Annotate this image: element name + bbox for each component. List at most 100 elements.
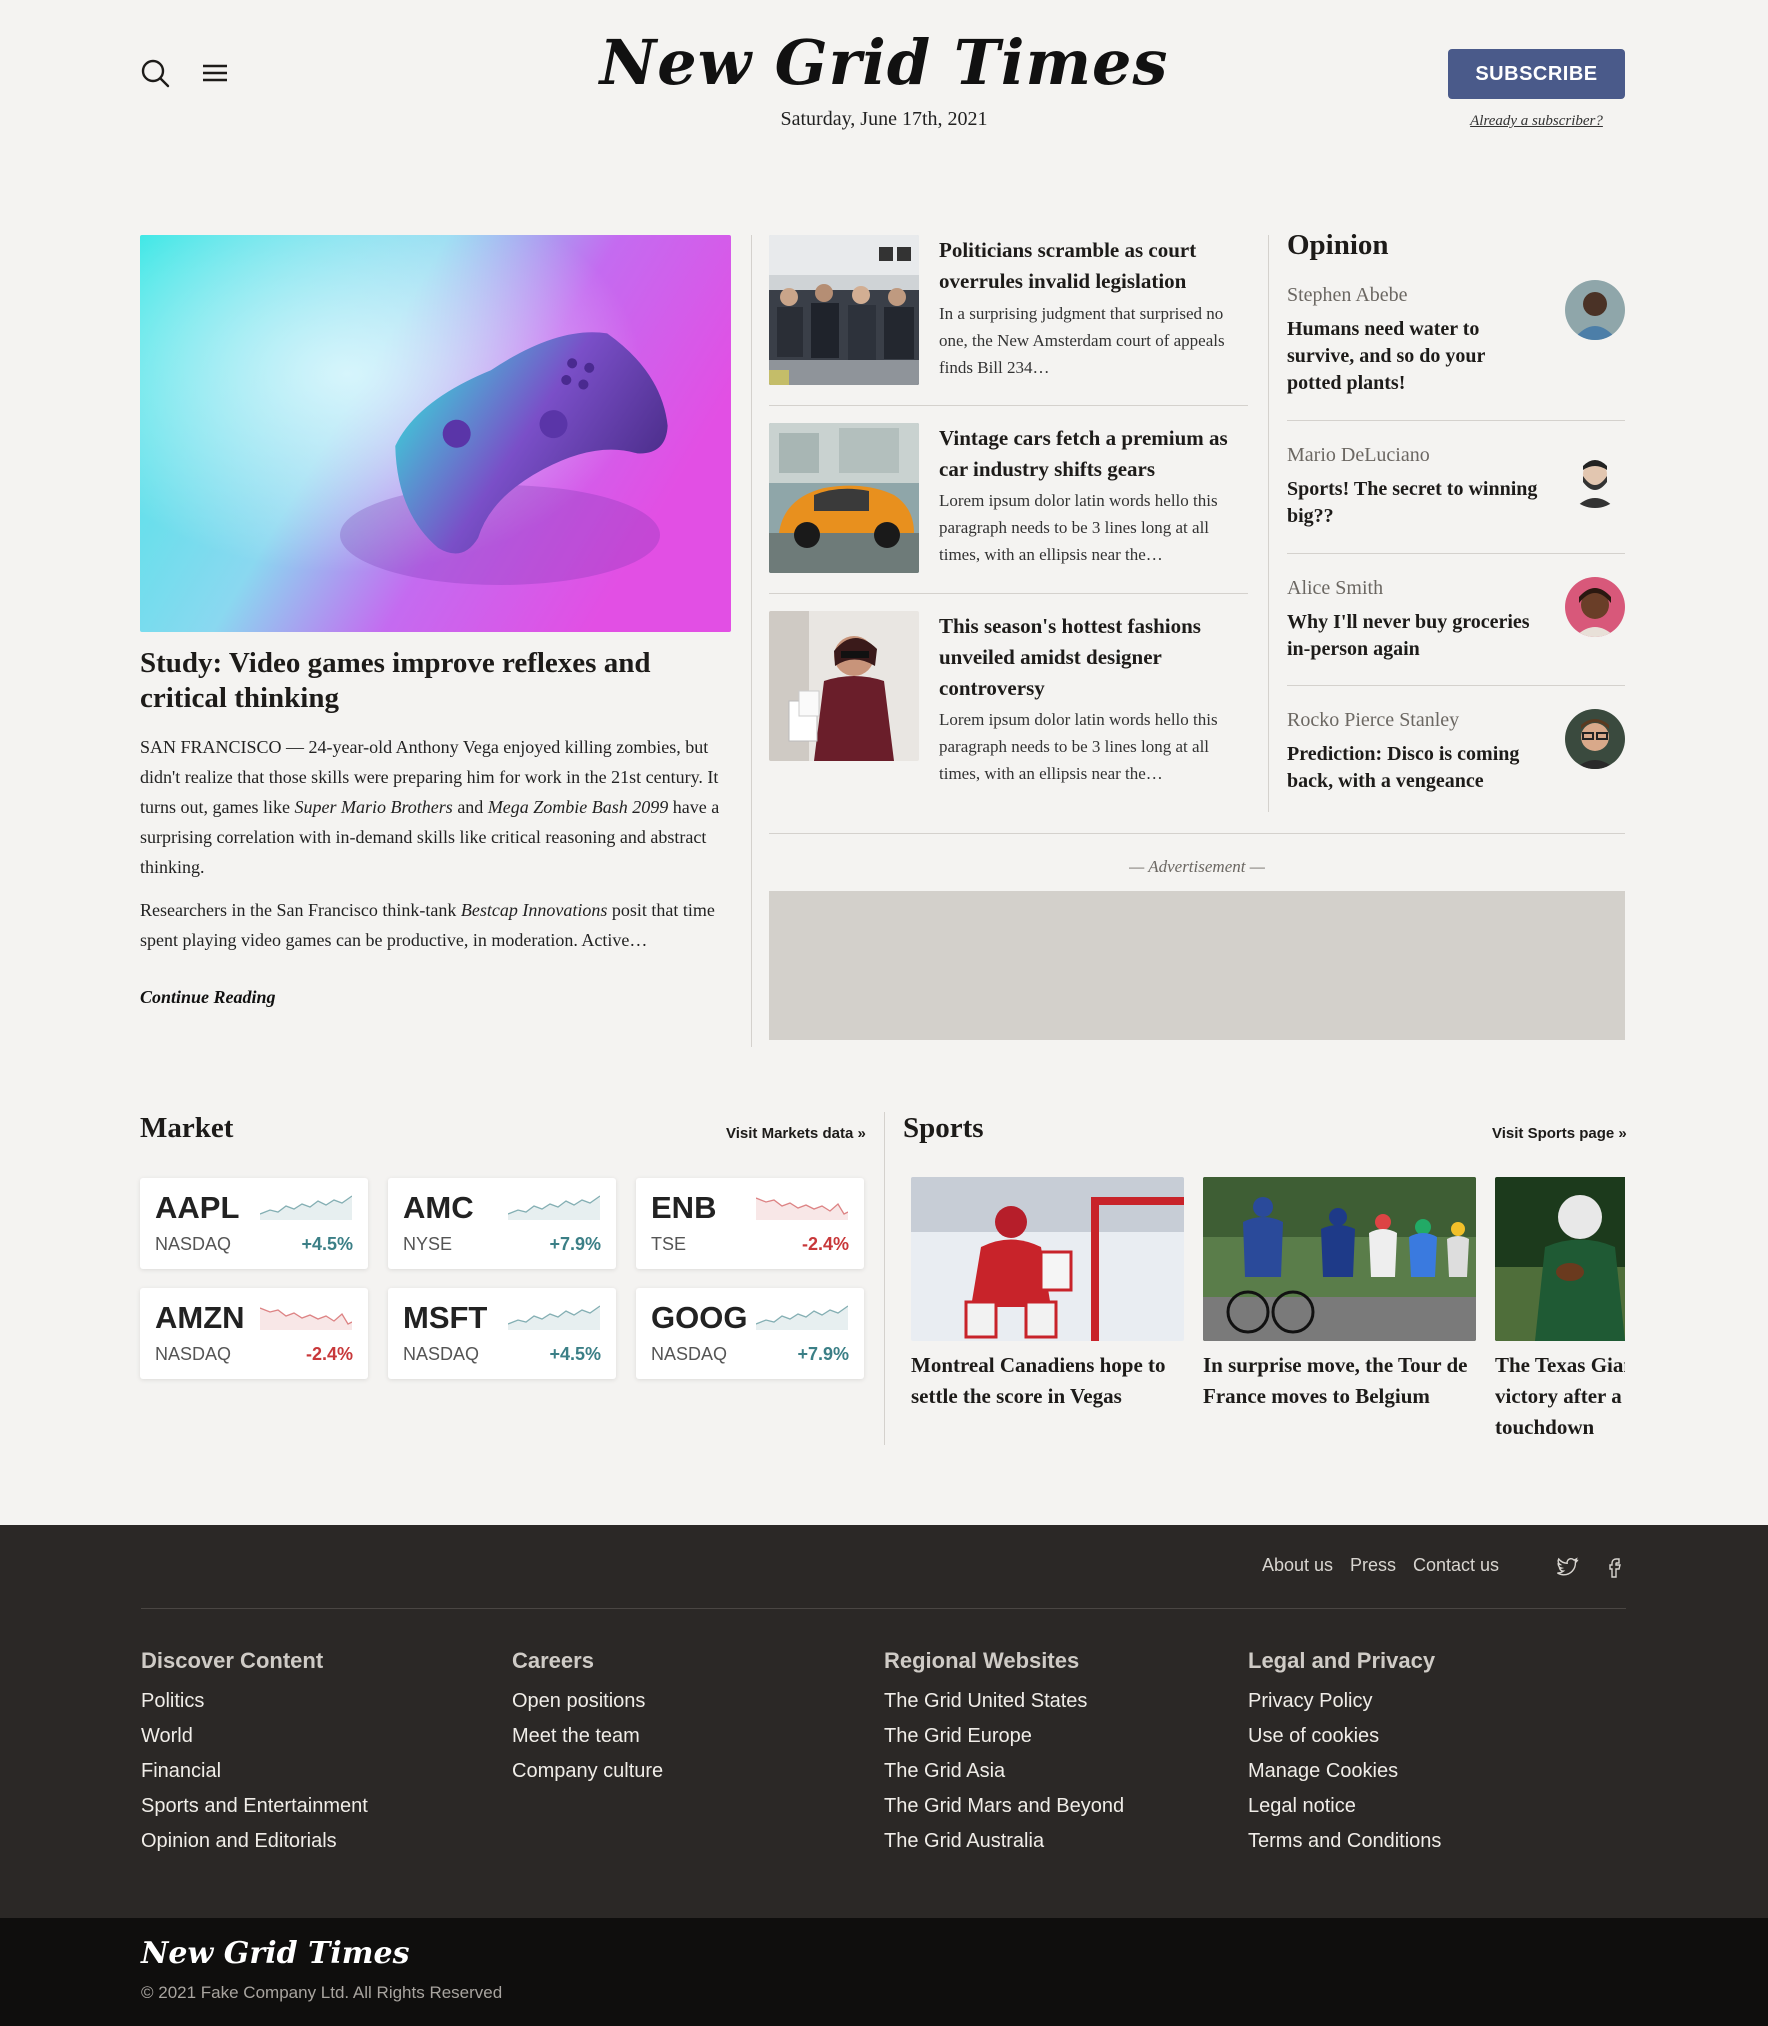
column-divider — [1268, 235, 1269, 812]
footer-link[interactable]: The Grid Asia — [884, 1754, 1124, 1789]
opinion-divider — [1287, 553, 1625, 554]
opinion-item[interactable]: Stephen Abebe Humans need water to survi… — [1287, 280, 1625, 397]
stock-change: -2.4% — [801, 1234, 849, 1254]
footer-link[interactable]: Terms and Conditions — [1248, 1824, 1441, 1859]
footer-divider — [141, 1608, 1626, 1609]
stock-exchange: NYSE — [403, 1234, 453, 1254]
opinion-author: Stephen Abebe — [1287, 284, 1408, 306]
story-image — [769, 611, 919, 761]
opinion-item[interactable]: Mario DeLuciano Sports! The secret to wi… — [1287, 444, 1625, 527]
stock-exchange: NASDAQ — [155, 1344, 232, 1364]
footer-link[interactable]: Sports and Entertainment — [141, 1789, 368, 1824]
stock-ticker: MSFT — [403, 1300, 488, 1335]
courtroom-photo — [769, 235, 919, 385]
footer-column-discover: Discover Content Politics World Financia… — [141, 1648, 368, 1859]
sport-image — [1495, 1177, 1625, 1341]
footer-link[interactable]: The Grid Mars and Beyond — [884, 1789, 1124, 1824]
stock-exchange: NASDAQ — [651, 1344, 728, 1364]
facebook-icon[interactable] — [1602, 1555, 1626, 1579]
sparkline-chart — [260, 1195, 352, 1220]
footer-link[interactable]: Use of cookies — [1248, 1719, 1441, 1754]
footer-link[interactable]: The Grid Australia — [884, 1824, 1124, 1859]
sport-title[interactable]: The Texas Giants celebrate victory after… — [1495, 1350, 1625, 1443]
sports-heading: Sports — [903, 1112, 984, 1144]
footer-link[interactable]: Privacy Policy — [1248, 1684, 1441, 1719]
lead-story-title[interactable]: Study: Video games improve reflexes and … — [140, 646, 740, 716]
site-footer: About us Press Contact us Discover Conte… — [0, 1525, 1768, 1918]
footer-link[interactable]: Opinion and Editorials — [141, 1824, 368, 1859]
footer-link[interactable]: Politics — [141, 1684, 368, 1719]
footer-link[interactable]: The Grid Europe — [884, 1719, 1124, 1754]
stock-card[interactable]: AMZN NASDAQ -2.4% — [140, 1288, 368, 1379]
story-image — [769, 235, 919, 385]
footer-link[interactable]: Meet the team — [512, 1719, 663, 1754]
footer-link[interactable]: Manage Cookies — [1248, 1754, 1441, 1789]
story-excerpt: Lorem ipsum dolor latin words hello this… — [939, 710, 1218, 783]
story-title[interactable]: This season's hottest fashions unveiled … — [939, 611, 1254, 704]
markets-data-link[interactable]: Visit Markets data » — [726, 1125, 866, 1142]
twitter-icon[interactable] — [1555, 1555, 1579, 1579]
story-title[interactable]: Vintage cars fetch a premium as car indu… — [939, 423, 1254, 485]
already-subscriber-link[interactable]: Already a subscriber? — [1448, 113, 1625, 130]
story-card[interactable]: Politicians scramble as court overrules … — [769, 235, 1248, 385]
opinion-title[interactable]: Why I'll never buy groceries in-person a… — [1287, 609, 1542, 663]
stock-change: +4.5% — [549, 1344, 601, 1364]
opinion-author: Mario DeLuciano — [1287, 444, 1430, 466]
sparkline-chart — [508, 1305, 600, 1330]
sport-title[interactable]: Montreal Canadiens hope to settle the sc… — [911, 1350, 1201, 1412]
stock-card[interactable]: AMC NYSE +7.9% — [388, 1178, 616, 1269]
footer-link[interactable]: Financial — [141, 1754, 368, 1789]
footer-column-legal: Legal and Privacy Privacy Policy Use of … — [1248, 1648, 1441, 1859]
stock-change: +4.5% — [301, 1234, 353, 1254]
vintage-car-photo — [769, 423, 919, 573]
stock-card[interactable]: GOOG NASDAQ +7.9% — [636, 1288, 864, 1379]
game-controller-photo — [140, 235, 731, 632]
sports-page-link[interactable]: Visit Sports page » — [1492, 1125, 1627, 1142]
sports-carousel[interactable]: Montreal Canadiens hope to settle the sc… — [911, 1177, 1625, 1457]
continue-reading-link[interactable]: Continue Reading — [140, 987, 276, 1008]
opinion-author: Alice Smith — [1287, 577, 1384, 599]
opinion-divider — [1287, 420, 1625, 421]
avatar — [1565, 448, 1625, 508]
hockey-photo — [911, 1177, 1184, 1341]
subscribe-button[interactable]: SUBSCRIBE — [1448, 49, 1625, 99]
footer-link[interactable]: Legal notice — [1248, 1789, 1441, 1824]
story-card[interactable]: Vintage cars fetch a premium as car indu… — [769, 423, 1248, 573]
advertisement-label: — Advertisement — — [1129, 857, 1265, 876]
footer-column-title: Regional Websites — [884, 1648, 1080, 1673]
opinion-title[interactable]: Sports! The secret to winning big?? — [1287, 476, 1542, 530]
opinion-title[interactable]: Prediction: Disco is coming back, with a… — [1287, 741, 1542, 795]
football-photo — [1495, 1177, 1625, 1341]
opinion-author: Rocko Pierce Stanley — [1287, 709, 1460, 731]
lead-story-image[interactable] — [140, 235, 731, 632]
footer-link[interactable]: The Grid United States — [884, 1684, 1124, 1719]
opinion-item[interactable]: Alice Smith Why I'll never buy groceries… — [1287, 577, 1625, 660]
contact-us-link[interactable]: Contact us — [1413, 1555, 1499, 1576]
stock-card[interactable]: ENB TSE -2.4% — [636, 1178, 864, 1269]
footer-logo[interactable]: New Grid Times — [141, 1936, 409, 1971]
footer-link[interactable]: Open positions — [512, 1684, 663, 1719]
stock-exchange: TSE — [651, 1234, 687, 1254]
site-header: New Grid Times Saturday, June 17th, 2021… — [0, 0, 1768, 160]
opinion-item[interactable]: Rocko Pierce Stanley Prediction: Disco i… — [1287, 709, 1625, 792]
opinion-title[interactable]: Humans need water to survive, and so do … — [1287, 316, 1542, 397]
sport-title[interactable]: In surprise move, the Tour de France mov… — [1203, 1350, 1493, 1412]
stock-card[interactable]: MSFT NASDAQ +4.5% — [388, 1288, 616, 1379]
sport-image — [1203, 1177, 1476, 1341]
bottom-bar: New Grid Times © 2021 Fake Company Ltd. … — [0, 1918, 1768, 2026]
lead-paragraph-1: SAN FRANCISCO — 24-year-old Anthony Vega… — [140, 737, 720, 877]
stock-exchange: NASDAQ — [403, 1344, 480, 1364]
about-us-link[interactable]: About us — [1262, 1555, 1333, 1576]
footer-link[interactable]: World — [141, 1719, 368, 1754]
story-title[interactable]: Politicians scramble as court overrules … — [939, 235, 1254, 297]
story-card[interactable]: This season's hottest fashions unveiled … — [769, 611, 1248, 783]
footer-link[interactable]: Company culture — [512, 1754, 663, 1789]
opinion-heading: Opinion — [1287, 229, 1389, 261]
stock-ticker: AMC — [403, 1190, 474, 1225]
stock-card[interactable]: AAPL NASDAQ +4.5% — [140, 1178, 368, 1269]
advertisement-slot[interactable] — [769, 891, 1625, 1040]
press-link[interactable]: Press — [1350, 1555, 1396, 1576]
ad-divider — [769, 833, 1625, 834]
sparkline-chart — [508, 1195, 600, 1220]
footer-column-careers: Careers Open positions Meet the team Com… — [512, 1648, 663, 1789]
